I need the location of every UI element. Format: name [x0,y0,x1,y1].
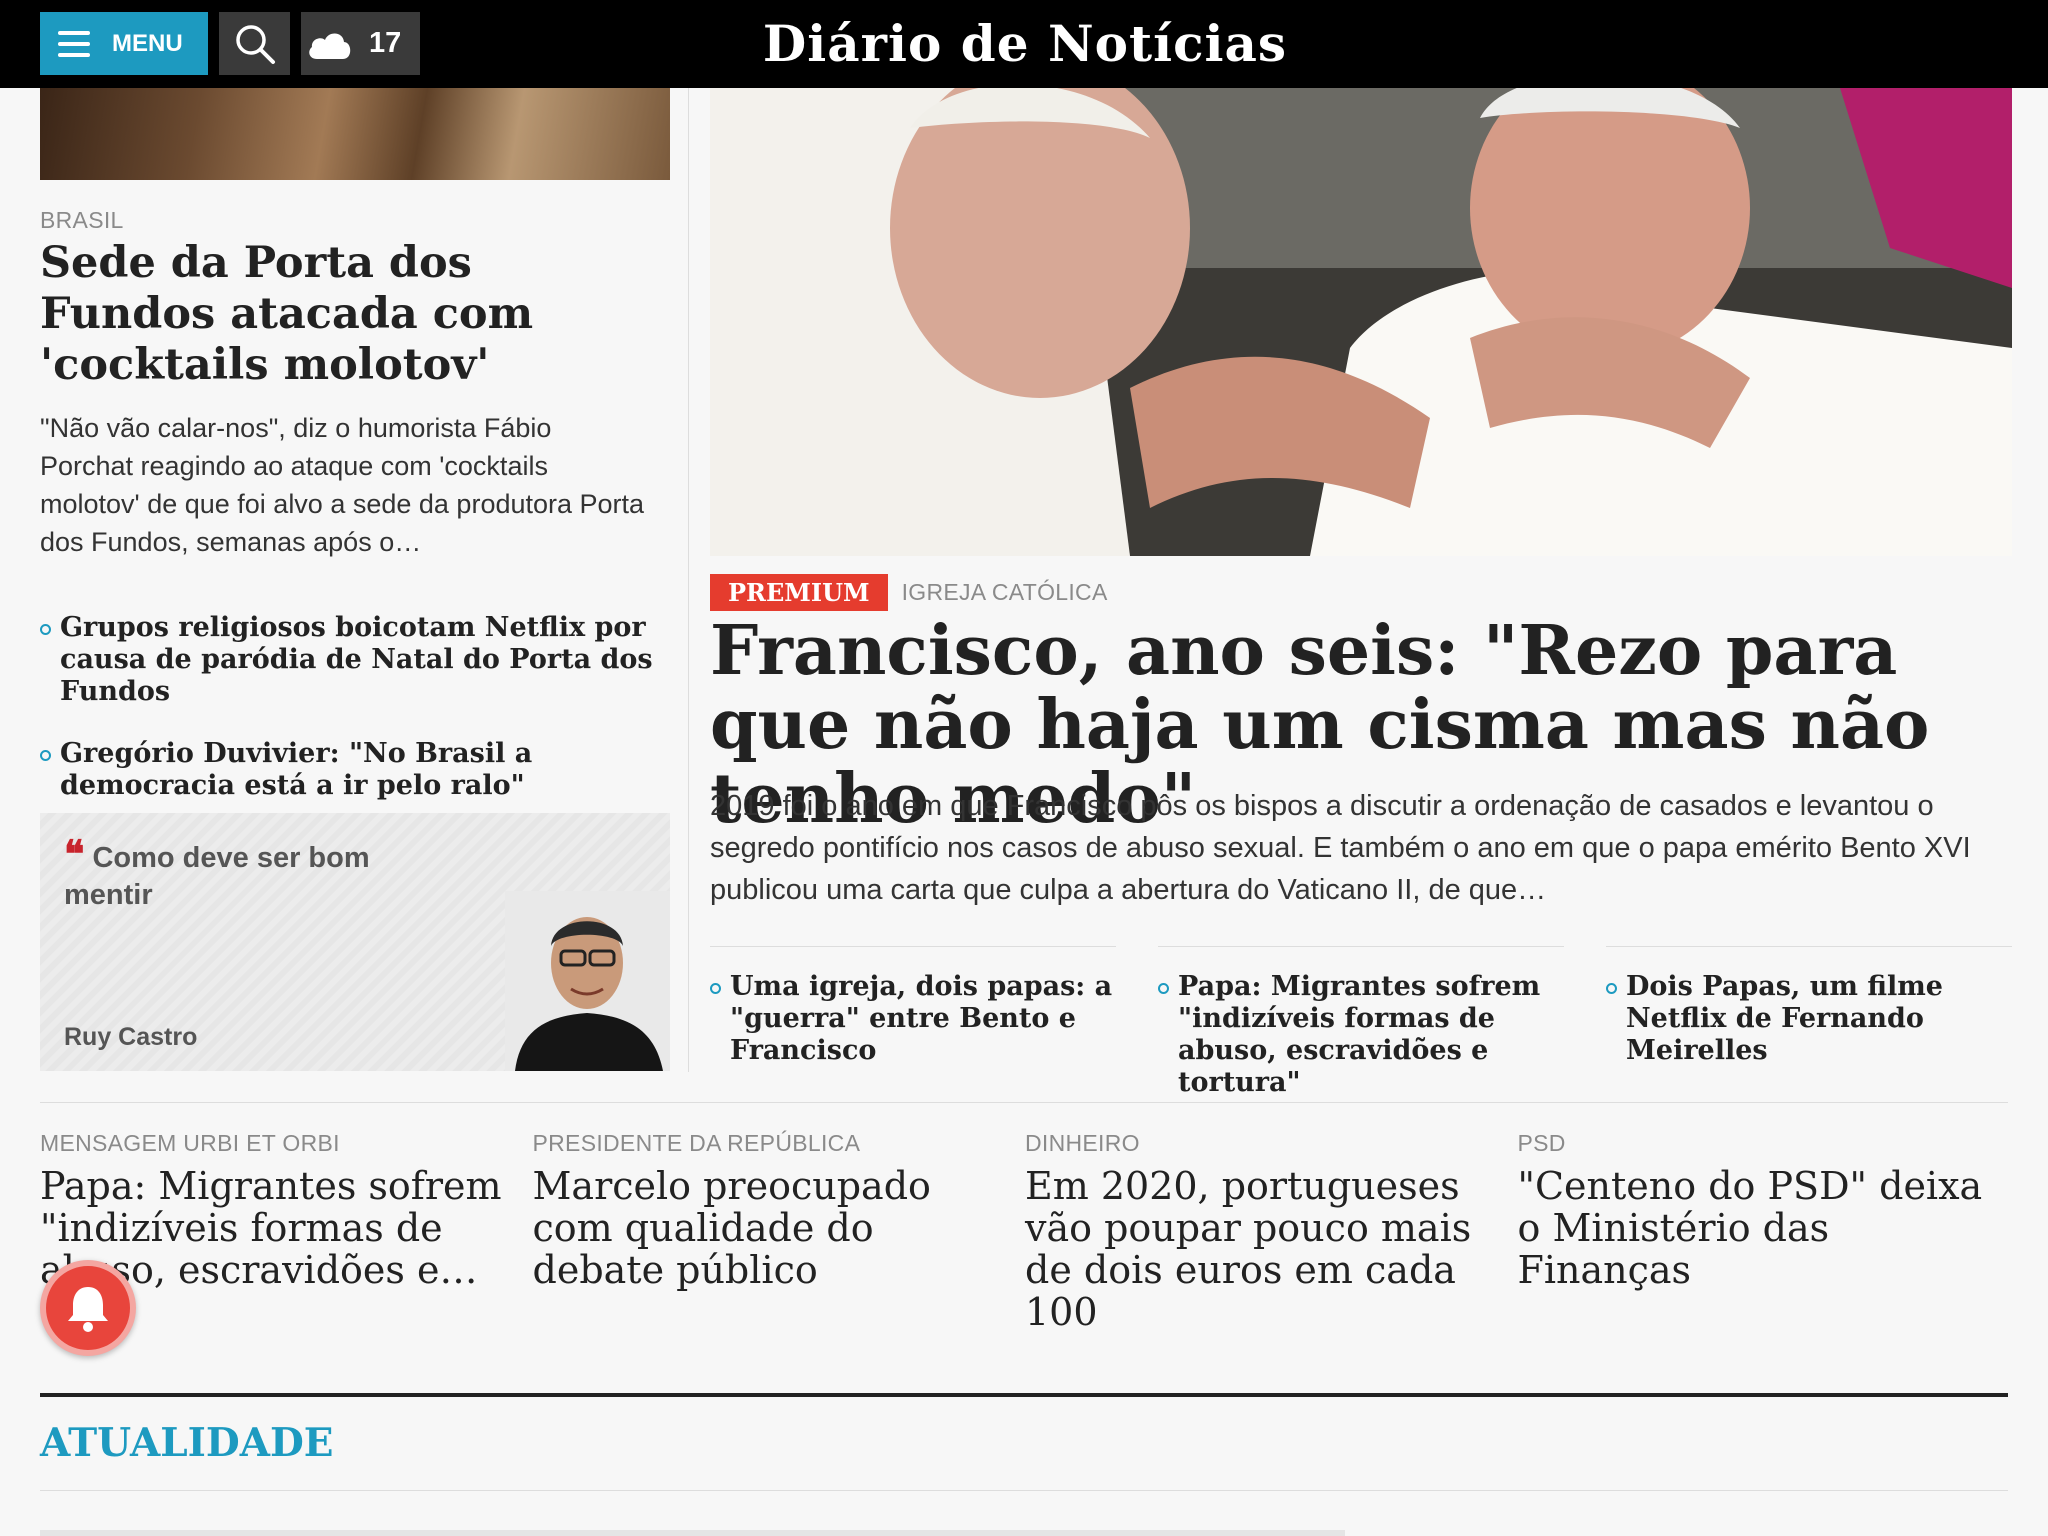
related-link[interactable]: Grupos religiosos boicotam Netflix por c… [40,612,670,708]
related-link[interactable]: Uma igreja, dois papas: a "guerra" entre… [710,946,1116,1099]
story-section[interactable]: DINHEIRO [1025,1130,1518,1157]
section-heading[interactable]: ATUALIDADE [40,1420,334,1466]
story-title[interactable]: Em 2020, portugueses vão poupar pouco ma… [1025,1165,1518,1333]
top-navigation-bar: MENU 17 Diário de Notícias [0,0,2048,88]
story-title[interactable]: "Centeno do PSD" deixa o Ministério das … [1518,1165,2011,1291]
bell-icon [68,1287,108,1332]
section-sub-rule [40,1490,2008,1491]
left-story-image[interactable] [40,88,670,180]
opinion-quote: ❝ Como deve ser bom mentir [64,835,424,914]
secondary-stories-row: MENSAGEM URBI ET ORBI Papa: Migrantes so… [40,1130,2010,1333]
related-link[interactable]: Papa: Migrantes sofrem "indizíveis forma… [1158,946,1564,1099]
left-story-headline[interactable]: Sede da Porta dos Fundos atacada com 'co… [40,238,640,391]
story-card[interactable]: DINHEIRO Em 2020, portugueses vão poupar… [1025,1130,1518,1333]
menu-label: MENU [112,29,183,57]
story-section[interactable]: MENSAGEM URBI ET ORBI [40,1130,533,1157]
cloud-icon [309,32,351,59]
left-story-section[interactable]: BRASIL [40,207,124,234]
left-related-list: Grupos religiosos boicotam Netflix por c… [40,612,670,832]
main-story-image[interactable] [710,88,2012,556]
notification-bell-button[interactable] [40,1260,136,1356]
horizontal-divider [40,1102,2008,1103]
column-divider [688,88,689,1072]
quote-icon: ❝ [64,831,85,876]
search-icon [235,24,275,64]
section-rule [40,1393,2008,1397]
weather-widget[interactable]: 17 [301,12,420,75]
opinion-quote-text: Como deve ser bom mentir [64,842,370,911]
search-button[interactable] [219,12,290,75]
temperature: 17 [369,27,402,59]
author-avatar [505,891,670,1071]
premium-badge[interactable]: PREMIUM [710,574,888,611]
main-story-lead: 2019 foi o ano em que Francisco pôs os b… [710,790,1971,906]
related-link[interactable]: Dois Papas, um filme Netflix de Fernando… [1606,946,2012,1099]
story-section[interactable]: PRESIDENTE DA REPÚBLICA [533,1130,1026,1157]
story-title[interactable]: Marcelo preocupado com qualidade do deba… [533,1165,1026,1291]
next-content-strip [40,1530,1345,1536]
main-related-list: Uma igreja, dois papas: a "guerra" entre… [710,946,2012,1099]
site-logo[interactable]: Diário de Notícias [760,14,1290,74]
main-story-kicker: PREMIUM IGREJA CATÓLICA [710,574,1108,611]
opinion-author[interactable]: Ruy Castro [64,1023,197,1052]
opinion-card[interactable]: ❝ Como deve ser bom mentir Ruy Castro [40,813,670,1071]
story-card[interactable]: PSD "Centeno do PSD" deixa o Ministério … [1518,1130,2011,1333]
menu-button[interactable]: MENU [40,12,208,75]
hamburger-icon [58,30,90,57]
related-link[interactable]: Gregório Duvivier: "No Brasil a democrac… [40,738,670,802]
story-card[interactable]: PRESIDENTE DA REPÚBLICA Marcelo preocupa… [533,1130,1026,1333]
story-section[interactable]: PSD [1518,1130,2011,1157]
main-story-section[interactable]: IGREJA CATÓLICA [902,579,1108,606]
left-story-lead: "Não vão calar-nos", diz o humorista Fáb… [40,413,645,557]
